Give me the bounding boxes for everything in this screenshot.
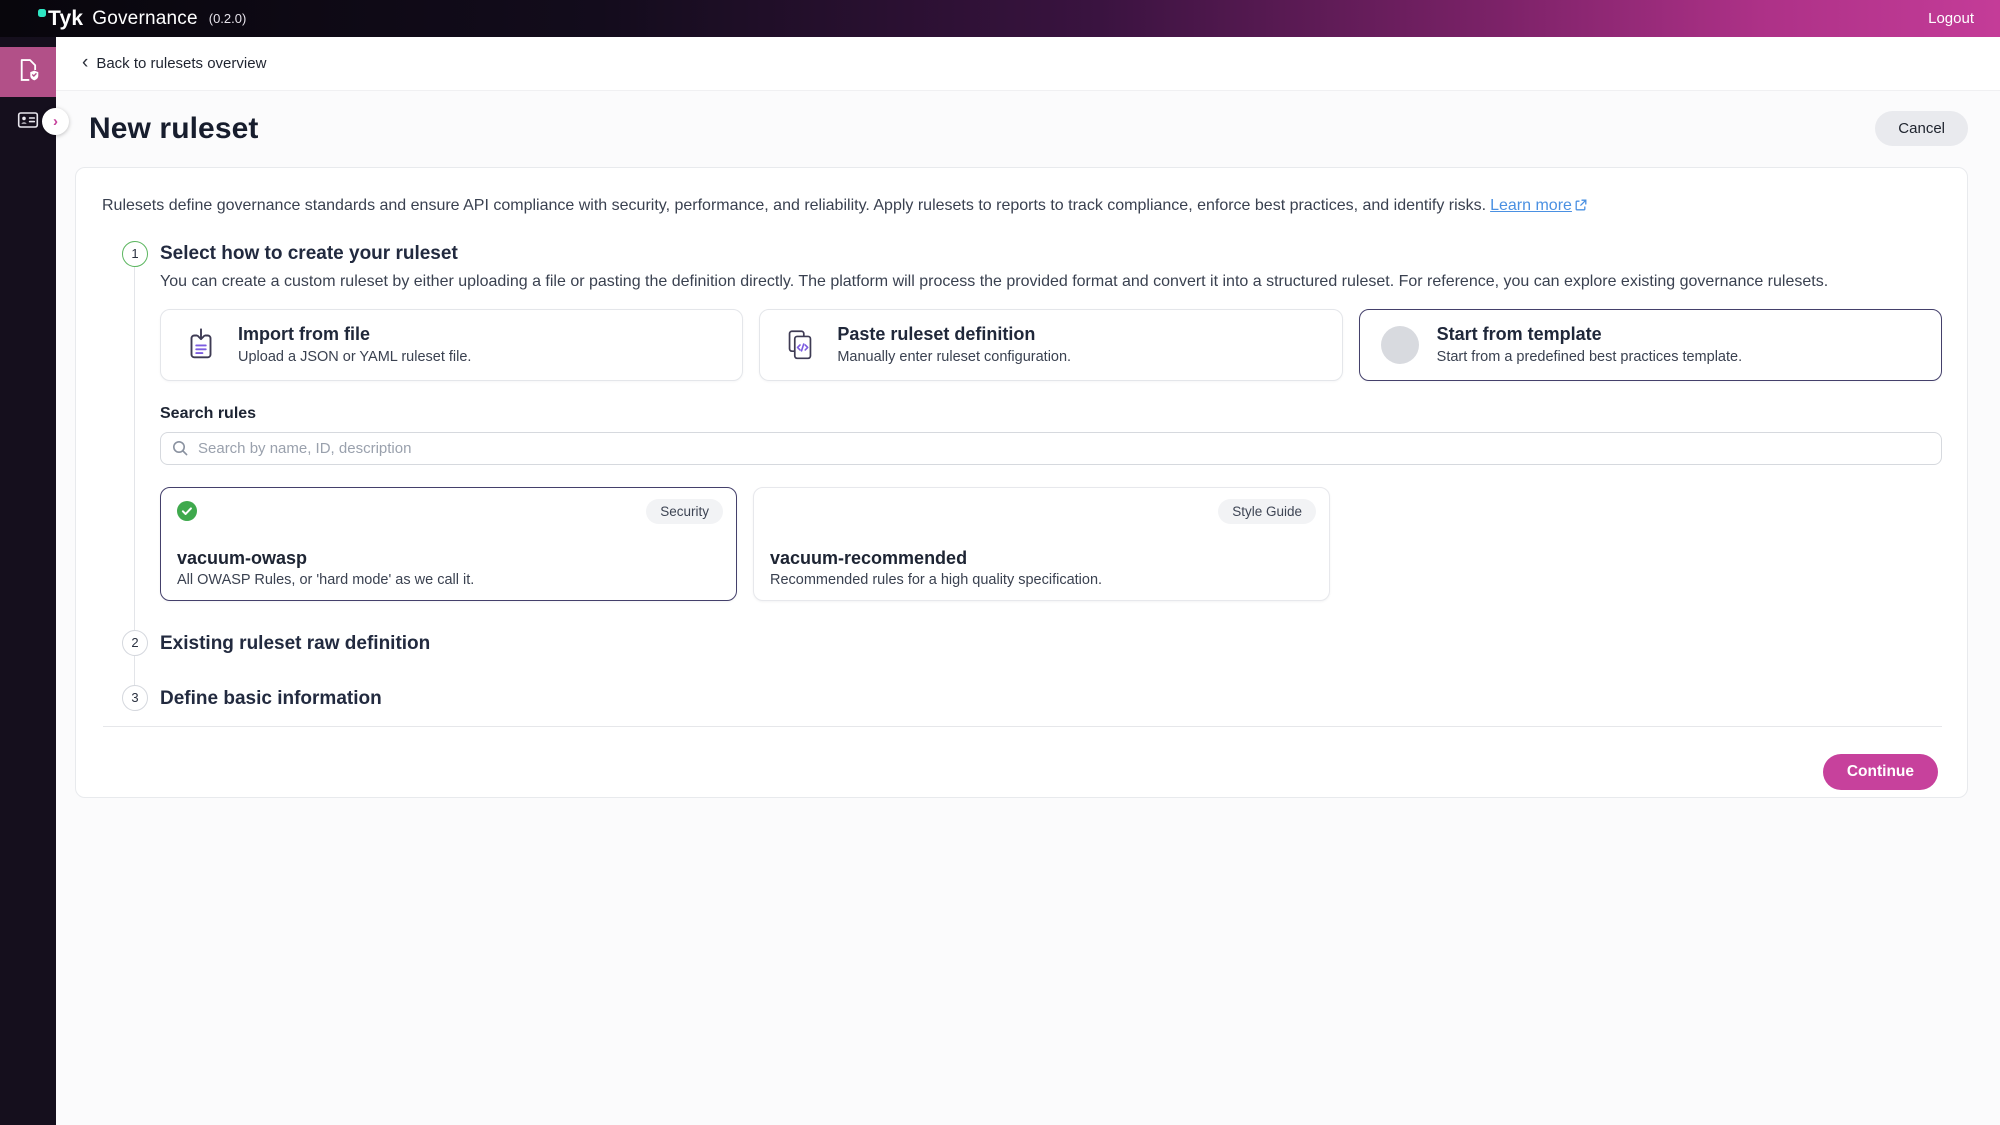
option-import-description: Upload a JSON or YAML ruleset file.	[238, 349, 471, 365]
search-wrap	[160, 432, 1942, 465]
template-cards-row: Security vacuum-owasp All OWASP R	[160, 487, 1942, 601]
step-2-title: Existing ruleset raw definition	[160, 633, 1942, 655]
template-circle-icon	[1380, 326, 1420, 364]
step-2-section: 2 Existing ruleset raw definition	[100, 630, 1942, 656]
card-footer: Continue	[100, 754, 1942, 790]
sidebar-expand-toggle[interactable]: ›	[42, 108, 69, 135]
step-1-section: 1 Select how to create your ruleset You …	[100, 241, 1942, 601]
search-rules-input[interactable]	[160, 432, 1942, 465]
template-badge-security: Security	[646, 499, 723, 524]
sidebar-item-rulesets[interactable]	[0, 47, 56, 97]
template-check-placeholder	[770, 501, 790, 521]
learn-more-label: Learn more	[1490, 197, 1572, 214]
brand-name: Tyk	[48, 7, 83, 31]
version-label: (0.2.0)	[209, 11, 247, 26]
step-3-number-badge: 3	[122, 685, 148, 711]
cancel-button[interactable]: Cancel	[1875, 111, 1968, 146]
card-divider	[103, 726, 1942, 727]
back-navigation-bar: ‹ Back to rulesets overview	[56, 37, 2000, 91]
template-owasp-description: All OWASP Rules, or 'hard mode' as we ca…	[177, 572, 720, 588]
option-paste-definition[interactable]: Paste ruleset definition Manually enter …	[759, 309, 1342, 381]
option-paste-description: Manually enter ruleset configuration.	[837, 349, 1071, 365]
step-1-body: Select how to create your ruleset You ca…	[160, 241, 1942, 601]
option-template-title: Start from template	[1437, 324, 1742, 346]
search-rules-label: Search rules	[160, 405, 1942, 423]
intro-text: Rulesets define governance standards and…	[102, 195, 1942, 218]
template-card-vacuum-owasp[interactable]: Security vacuum-owasp All OWASP R	[160, 487, 737, 601]
option-template-text: Start from template Start from a predefi…	[1437, 324, 1742, 365]
paste-code-icon	[780, 326, 820, 364]
step-2-number-badge: 2	[122, 630, 148, 656]
ruleset-document-shield-icon	[15, 57, 41, 88]
learn-more-link[interactable]: Learn more	[1490, 197, 1572, 214]
back-link-label: Back to rulesets overview	[96, 55, 266, 72]
step-1-title: Select how to create your ruleset	[160, 243, 1942, 265]
option-import-text: Import from file Upload a JSON or YAML r…	[238, 324, 471, 365]
option-template-description: Start from a predefined best practices t…	[1437, 349, 1742, 365]
top-bar: Tyk Governance (0.2.0) Logout	[0, 0, 2000, 37]
option-paste-title: Paste ruleset definition	[837, 324, 1071, 346]
step-1-description: You can create a custom ruleset by eithe…	[160, 273, 1942, 291]
template-owasp-name: vacuum-owasp	[177, 548, 720, 569]
title-bar: New ruleset Cancel	[56, 91, 2000, 146]
template-recommended-description: Recommended rules for a high quality spe…	[770, 572, 1313, 588]
back-to-rulesets-link[interactable]: ‹ Back to rulesets overview	[82, 54, 266, 73]
check-circle-icon	[177, 501, 197, 521]
sidebar: ›	[0, 37, 56, 1125]
continue-button[interactable]: Continue	[1823, 754, 1938, 790]
step-3-title: Define basic information	[160, 688, 1942, 710]
template-badge-style-guide: Style Guide	[1218, 499, 1316, 524]
template-recommended-text: vacuum-recommended Recommended rules for…	[770, 548, 1313, 588]
search-icon	[171, 439, 189, 462]
brand-logo: Tyk Governance (0.2.0)	[38, 7, 246, 31]
file-import-icon	[181, 326, 221, 364]
id-card-icon	[16, 108, 40, 137]
intro-text-body: Rulesets define governance standards and…	[102, 197, 1486, 214]
step-3-section: 3 Define basic information	[100, 685, 1942, 711]
logout-button[interactable]: Logout	[1928, 10, 1974, 27]
page-title: New ruleset	[89, 112, 259, 146]
page: Tyk Governance (0.2.0) Logout	[0, 0, 2000, 1125]
new-ruleset-card: Rulesets define governance standards and…	[75, 167, 1968, 798]
option-paste-text: Paste ruleset definition Manually enter …	[837, 324, 1071, 365]
option-import-from-file[interactable]: Import from file Upload a JSON or YAML r…	[160, 309, 743, 381]
app-shell: › ‹ Back to rulesets overview New rulese…	[0, 37, 2000, 1125]
step-2-body: Existing ruleset raw definition	[160, 630, 1942, 655]
chevron-left-icon: ‹	[82, 53, 88, 72]
option-start-from-template[interactable]: Start from template Start from a predefi…	[1359, 309, 1942, 381]
template-owasp-text: vacuum-owasp All OWASP Rules, or 'hard m…	[177, 548, 720, 588]
chevron-right-icon: ›	[53, 114, 58, 129]
external-link-icon	[1575, 196, 1587, 218]
step-1-number-badge: 1	[122, 241, 148, 267]
create-options-row: Import from file Upload a JSON or YAML r…	[160, 309, 1942, 381]
step-3-body: Define basic information	[160, 685, 1942, 710]
main-content: ‹ Back to rulesets overview New ruleset …	[56, 37, 2000, 1125]
template-card-vacuum-recommended[interactable]: Style Guide vacuum-recommended Recommend…	[753, 487, 1330, 601]
tyk-logo-icon: Tyk	[38, 7, 83, 31]
tyk-logo-dot-icon	[38, 9, 46, 17]
option-import-title: Import from file	[238, 324, 471, 346]
template-recommended-name: vacuum-recommended	[770, 548, 1313, 569]
product-name: Governance	[92, 8, 198, 30]
